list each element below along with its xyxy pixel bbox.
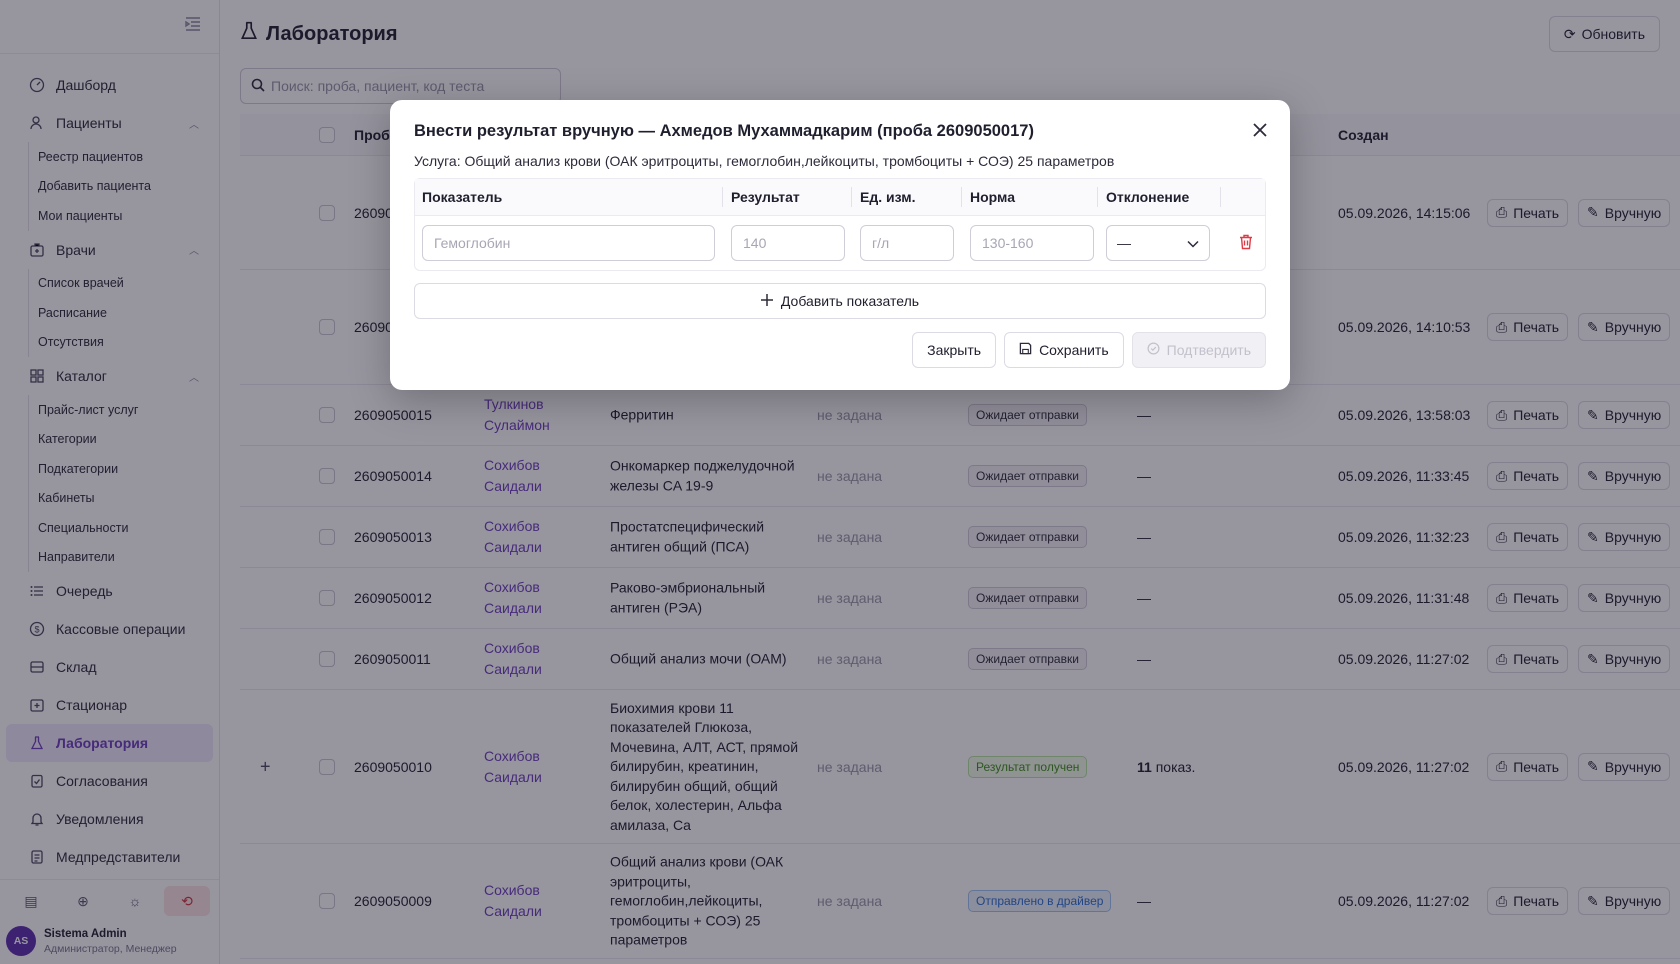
unit-input[interactable]: г/л (860, 225, 954, 261)
column-divider (1097, 187, 1098, 207)
save-label: Сохранить (1039, 342, 1109, 358)
col-deviation: Отклонение (1106, 189, 1190, 205)
plus-icon (760, 293, 773, 309)
trash-icon[interactable] (1239, 234, 1253, 253)
dialog-title: Внести результат вручную — Ахмедов Мухам… (414, 122, 1034, 140)
column-divider (851, 187, 852, 207)
save-icon (1019, 342, 1032, 358)
column-divider (961, 187, 962, 207)
indicator-placeholder: Гемоглобин (434, 235, 511, 251)
result-input[interactable]: 140 (731, 225, 845, 261)
col-unit: Ед. изм. (860, 189, 916, 205)
close-label: Закрыть (927, 342, 982, 358)
dialog-actions: Закрыть Сохранить Подтвердить (912, 332, 1266, 368)
dialog-service-line: Услуга: Общий анализ крови (ОАК эритроци… (414, 153, 1115, 169)
chevron-down-icon (1187, 235, 1199, 251)
manual-result-dialog: Внести результат вручную — Ахмедов Мухам… (390, 100, 1290, 390)
add-indicator-button[interactable]: Добавить показатель (414, 283, 1266, 319)
norm-input[interactable]: 130-160 (970, 225, 1094, 261)
col-norm: Норма (970, 189, 1015, 205)
close-icon[interactable] (1252, 118, 1268, 144)
confirm-button[interactable]: Подтвердить (1131, 332, 1266, 368)
deviation-select[interactable]: — (1106, 225, 1210, 261)
norm-placeholder: 130-160 (982, 235, 1034, 251)
close-button[interactable]: Закрыть (912, 332, 997, 368)
col-result: Результат (731, 189, 800, 205)
deviation-selected: — (1117, 235, 1131, 251)
indicators-header: Показатель Результат Ед. изм. Норма Откл… (415, 179, 1265, 216)
column-divider (1220, 187, 1221, 207)
confirm-label: Подтвердить (1166, 342, 1251, 358)
indicators-table: Показатель Результат Ед. изм. Норма Откл… (414, 178, 1266, 271)
unit-placeholder: г/л (872, 235, 890, 251)
column-divider (722, 187, 723, 207)
col-indicator: Показатель (422, 189, 503, 205)
result-placeholder: 140 (743, 235, 767, 251)
add-indicator-label: Добавить показатель (780, 293, 920, 309)
save-button[interactable]: Сохранить (1004, 332, 1124, 368)
indicator-input[interactable]: Гемоглобин (422, 225, 715, 261)
indicator-row: Гемоглобин 140 г/л 130-160 — (415, 216, 1265, 270)
check-circle-icon (1147, 342, 1160, 358)
